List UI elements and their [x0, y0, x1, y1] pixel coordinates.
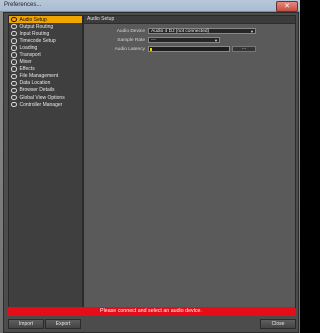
sidebar-item-file-management[interactable]: File Management: [9, 73, 82, 80]
sidebar-item-label: Effects: [19, 66, 35, 73]
sidebar-item-label: Global View Options: [19, 94, 65, 101]
sidebar-item-global-view-options[interactable]: Global View Options: [9, 94, 82, 101]
close-button[interactable]: Close: [260, 319, 296, 329]
sidebar-item-effects[interactable]: Effects: [9, 66, 82, 73]
radio-icon: [11, 101, 17, 108]
sidebar-item-timecode-setup[interactable]: Timecode Setup: [9, 37, 82, 44]
radio-icon: [11, 73, 17, 80]
sidebar-item-mixer[interactable]: Mixer: [9, 59, 82, 66]
panel-header: Audio Setup: [84, 16, 295, 24]
sample-rate-dropdown[interactable]: --- ▼: [148, 37, 220, 43]
sidebar-item-data-location[interactable]: Data Location: [9, 80, 82, 87]
radio-icon: [11, 87, 17, 94]
dropdown-arrow-icon: ▼: [214, 38, 218, 43]
sidebar-item-audio-setup[interactable]: Audio Setup: [9, 16, 82, 24]
radio-icon: [11, 16, 17, 23]
radio-icon: [11, 23, 17, 30]
audio-device-label: Audio Device: [116, 29, 145, 34]
audio-device-dropdown[interactable]: Audio 4 DJ (not connected) ▼: [148, 28, 256, 34]
export-button[interactable]: Export: [45, 319, 81, 329]
sidebar-item-loading[interactable]: Loading: [9, 44, 82, 51]
audio-device-value: Audio 4 DJ (not connected): [151, 29, 210, 34]
radio-icon: [11, 52, 17, 58]
sidebar-item-label: Mixer: [19, 59, 32, 66]
audio-latency-slider[interactable]: [148, 46, 230, 52]
sidebar-item-label: Browser Details: [19, 87, 55, 94]
sidebar-item-input-routing[interactable]: Input Routing: [9, 30, 82, 37]
sidebar-item-output-routing[interactable]: Output Routing: [9, 23, 82, 30]
radio-icon: [11, 66, 17, 72]
audio-latency-fill: [150, 48, 152, 51]
sample-rate-row: Sample Rate --- ▼: [84, 37, 295, 44]
sidebar-item-label: Transport: [19, 52, 41, 59]
preferences-window: Preferences... ✕ Audio Setup Output Rout…: [0, 0, 300, 333]
sidebar-item-browser-details[interactable]: Browser Details: [9, 87, 82, 94]
sidebar-item-transport[interactable]: Transport: [9, 51, 82, 58]
radio-icon: [11, 94, 17, 101]
sample-rate-label: Sample Rate: [117, 38, 145, 43]
sidebar: Audio Setup Output Routing Input Routing…: [8, 15, 83, 308]
sidebar-item-label: Audio Setup: [19, 16, 47, 23]
radio-icon: [11, 38, 17, 44]
radio-icon: [11, 80, 17, 87]
dropdown-arrow-icon: ▼: [250, 29, 254, 34]
audio-latency-value: ---: [232, 46, 256, 52]
preferences-content: Audio Setup Output Routing Input Routing…: [3, 12, 299, 333]
title-bar[interactable]: Preferences... ✕: [0, 0, 300, 12]
import-button[interactable]: Import: [8, 319, 44, 329]
status-message: Please connect and select an audio devic…: [7, 307, 295, 316]
audio-setup-panel: Audio Setup Audio Device Audio 4 DJ (not…: [83, 15, 296, 308]
sidebar-item-controller-manager[interactable]: Controller Manager: [9, 101, 82, 108]
sample-rate-value: ---: [151, 38, 156, 43]
audio-latency-label: Audio Latency: [114, 47, 145, 52]
radio-icon: [11, 45, 17, 51]
sidebar-item-label: File Management: [19, 73, 59, 80]
audio-latency-row: Audio Latency ---: [84, 46, 295, 53]
sidebar-item-label: Controller Manager: [19, 101, 63, 108]
sidebar-item-label: Loading: [19, 44, 38, 51]
sidebar-item-label: Input Routing: [19, 30, 50, 37]
window-close-icon[interactable]: ✕: [276, 1, 298, 12]
radio-icon: [11, 59, 17, 65]
radio-icon: [11, 30, 17, 37]
sidebar-item-label: Timecode Setup: [19, 37, 56, 44]
sidebar-item-label: Output Routing: [19, 23, 54, 30]
sidebar-item-label: Data Location: [19, 80, 51, 87]
audio-device-row: Audio Device Audio 4 DJ (not connected) …: [84, 28, 295, 35]
window-title: Preferences...: [4, 2, 42, 8]
